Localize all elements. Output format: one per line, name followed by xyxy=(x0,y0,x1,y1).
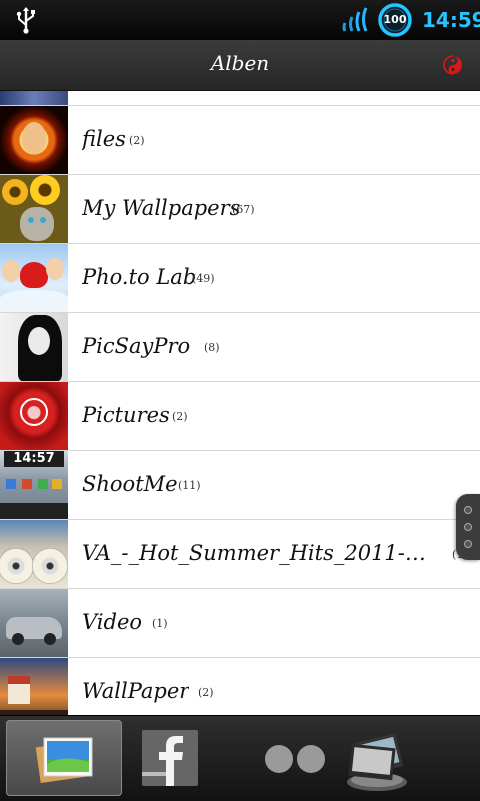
album-name: files xyxy=(82,127,126,151)
clock: 14:59 xyxy=(422,8,480,32)
album-row-photo-lab[interactable]: Pho.to Lab (49) xyxy=(0,244,480,313)
album-row-video[interactable]: Video (1) xyxy=(0,589,480,658)
fast-scroll-handle[interactable] xyxy=(456,494,480,560)
album-thumbnail xyxy=(0,520,68,588)
album-thumbnail xyxy=(0,589,68,657)
album-row-shootme[interactable]: 14:57 ShootMe (11) xyxy=(0,451,480,520)
status-bar: 100 14:59 xyxy=(0,0,480,40)
album-name: My Wallpapers xyxy=(82,196,241,220)
tab-gallery[interactable] xyxy=(6,720,122,796)
film-slideshow-icon xyxy=(347,733,407,791)
album-name: Pho.to Lab xyxy=(82,265,197,289)
album-row-files[interactable]: files (2) xyxy=(0,106,480,175)
album-name: ShootMe xyxy=(82,472,178,496)
facebook-icon xyxy=(142,730,198,786)
battery-level: 100 xyxy=(383,13,407,26)
album-row-wallpaper[interactable]: WallPaper (2) xyxy=(0,658,480,715)
page-title: Alben xyxy=(210,51,270,75)
album-thumbnail xyxy=(0,382,68,450)
bottom-tab-bar xyxy=(0,715,480,801)
album-count: (2) xyxy=(129,134,145,147)
album-row-my-wallpapers[interactable]: My Wallpapers (67) xyxy=(0,175,480,244)
album-thumbnail: 14:57 xyxy=(0,451,68,519)
tab-facebook[interactable] xyxy=(122,720,238,796)
album-thumbnail xyxy=(0,313,68,381)
album-row-picsaypro[interactable]: PicSayPro (8) xyxy=(0,313,480,382)
tab-slideshow[interactable] xyxy=(347,720,470,796)
title-bar: Alben xyxy=(0,40,480,91)
list-item-partial[interactable] xyxy=(0,91,480,106)
signal-icon xyxy=(342,7,368,32)
tab-flickr[interactable] xyxy=(238,720,354,796)
grip-dot xyxy=(464,523,472,531)
album-count: (2) xyxy=(172,410,188,423)
album-row-va-hot-summer[interactable]: VA_-_Hot_Summer_Hits_2011-_533... (1) xyxy=(0,520,480,589)
flickr-icon xyxy=(265,745,325,773)
album-name: WallPaper xyxy=(82,679,190,703)
album-name: Pictures xyxy=(82,403,170,427)
album-count: (1) xyxy=(152,617,168,630)
yin-yang-icon[interactable] xyxy=(440,54,466,76)
album-thumbnail xyxy=(0,106,68,174)
usb-icon xyxy=(16,7,35,34)
album-count: (11) xyxy=(178,479,201,492)
album-thumbnail xyxy=(0,175,68,243)
album-thumbnail xyxy=(0,244,68,312)
album-count: (8) xyxy=(204,341,220,354)
album-count: (49) xyxy=(192,272,215,285)
album-count: (67) xyxy=(232,203,255,216)
gallery-icon xyxy=(35,737,93,784)
album-name: VA_-_Hot_Summer_Hits_2011-_533... xyxy=(82,541,434,565)
grip-dot xyxy=(464,540,472,548)
album-thumbnail xyxy=(0,658,68,715)
album-thumbnail xyxy=(0,91,68,105)
grip-dot xyxy=(464,506,472,514)
album-name: Video xyxy=(82,610,143,634)
album-row-pictures[interactable]: Pictures (2) xyxy=(0,382,480,451)
album-count: (2) xyxy=(198,686,214,699)
album-list[interactable]: files (2) My Wallpapers (67) Pho.to Lab … xyxy=(0,91,480,715)
album-name: PicSayPro xyxy=(82,334,191,358)
